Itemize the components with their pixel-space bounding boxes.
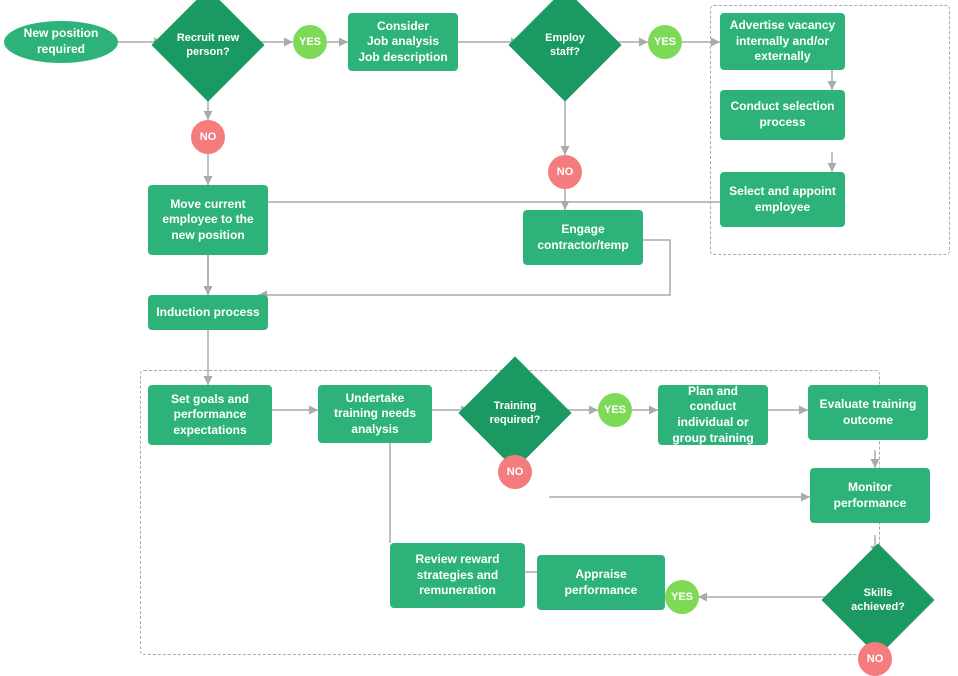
plan-conduct-node: Plan and conductindividual orgroup train… bbox=[658, 385, 768, 445]
set-goals-node: Set goals andperformanceexpectations bbox=[148, 385, 272, 445]
yes-badge-2: YES bbox=[648, 25, 682, 59]
yes-badge-4: YES bbox=[665, 580, 699, 614]
skills-diamond: Skillsachieved? bbox=[833, 555, 923, 645]
yes-badge-3: YES bbox=[598, 393, 632, 427]
select-appoint-node: Select and appointemployee bbox=[720, 172, 845, 227]
new-position-node: New position required bbox=[4, 21, 118, 63]
yes-badge-1: YES bbox=[293, 25, 327, 59]
evaluate-node: Evaluate trainingoutcome bbox=[808, 385, 928, 440]
no-badge-3: NO bbox=[498, 455, 532, 489]
recruit-diamond: Recruit newperson? bbox=[163, 0, 253, 90]
monitor-node: Monitorperformance bbox=[810, 468, 930, 523]
advertise-node: Advertise vacancyinternally and/orextern… bbox=[720, 13, 845, 70]
induction-node: Induction process bbox=[148, 295, 268, 330]
no-badge-2: NO bbox=[548, 155, 582, 189]
training-needs-node: Undertaketraining needsanalysis bbox=[318, 385, 432, 443]
training-req-diamond: Trainingrequired? bbox=[470, 368, 560, 458]
no-badge-1: NO bbox=[191, 120, 225, 154]
no-badge-4: NO bbox=[858, 642, 892, 676]
engage-node: Engagecontractor/temp bbox=[523, 210, 643, 265]
move-current-node: Move currentemployee to thenew position bbox=[148, 185, 268, 255]
conduct-selection-node: Conduct selectionprocess bbox=[720, 90, 845, 140]
appraise-node: Appraiseperformance bbox=[537, 555, 665, 610]
review-reward-node: Review rewardstrategies andremuneration bbox=[390, 543, 525, 608]
consider-node: ConsiderJob analysisJob description bbox=[348, 13, 458, 71]
employ-diamond: Employstaff? bbox=[520, 0, 610, 90]
